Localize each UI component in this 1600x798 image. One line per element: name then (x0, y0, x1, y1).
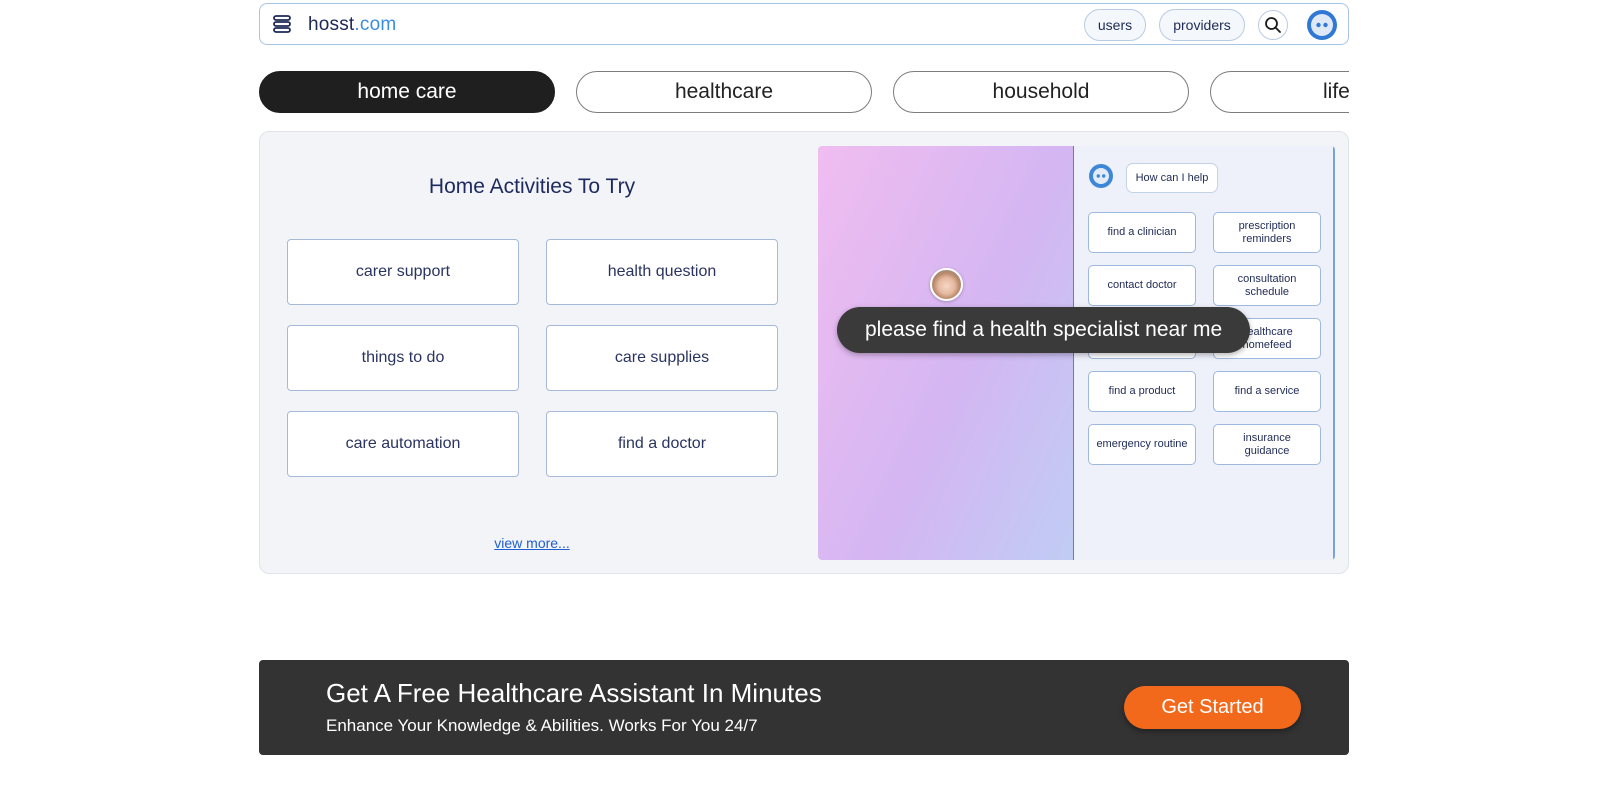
nav-providers-button[interactable]: providers (1159, 9, 1245, 41)
chip-consultation-schedule: consultation schedule (1213, 265, 1321, 306)
chip-insurance-guidance: insurance guidance (1213, 424, 1321, 465)
brand-name: hosst (308, 14, 355, 35)
activity-things-to-do[interactable]: things to do (287, 325, 519, 391)
menu-icon[interactable] (272, 14, 292, 34)
chip-contact-doctor: contact doctor (1088, 265, 1196, 306)
brand-tld: .com (354, 14, 397, 35)
tab-home-care[interactable]: home care (259, 71, 555, 113)
nav-users-button[interactable]: users (1084, 9, 1146, 41)
top-bar: hosst.com users providers (259, 3, 1349, 45)
assistant-icon (1089, 164, 1113, 188)
assistant-avatar-button[interactable] (1307, 10, 1337, 40)
chip-find-a-product: find a product (1088, 371, 1196, 412)
chip-prescription-reminders: prescription reminders (1213, 212, 1321, 253)
cta-subtitle: Enhance Your Knowledge & Abilities. Work… (326, 716, 758, 735)
tab-household[interactable]: household (893, 71, 1189, 113)
activity-health-question[interactable]: health question (546, 239, 778, 305)
tab-healthcare[interactable]: healthcare (576, 71, 872, 113)
search-button[interactable] (1258, 10, 1288, 40)
category-tabs: home care healthcare household lifestyle (259, 71, 1349, 114)
activity-carer-support[interactable]: carer support (287, 239, 519, 305)
get-started-button[interactable]: Get Started (1124, 686, 1301, 729)
activity-care-supplies[interactable]: care supplies (546, 325, 778, 391)
user-avatar (930, 268, 963, 301)
view-more-link[interactable]: view more... (260, 535, 804, 551)
panel-title: Home Activities To Try (428, 175, 636, 198)
search-icon (1265, 17, 1281, 33)
cta-banner: Get A Free Healthcare Assistant In Minut… (259, 660, 1349, 755)
chip-find-a-service: find a service (1213, 371, 1321, 412)
cta-title: Get A Free Healthcare Assistant In Minut… (326, 678, 822, 708)
assistant-chat-pane: How can I help find a clinician prescrip… (1073, 146, 1335, 560)
activity-find-a-doctor[interactable]: find a doctor (546, 411, 778, 477)
assistant-illustration: How can I help find a clinician prescrip… (818, 146, 1335, 560)
chip-find-a-clinician: find a clinician (1088, 212, 1196, 253)
help-prompt: How can I help (1126, 163, 1218, 193)
speech-bubble: please find a health specialist near me (837, 307, 1251, 353)
assistant-avatar-icon (1311, 14, 1333, 36)
activity-care-automation[interactable]: care automation (287, 411, 519, 477)
tab-lifestyle[interactable]: lifestyle (1210, 71, 1349, 113)
brand-logo[interactable]: hosst.com (308, 14, 396, 36)
chip-emergency-routine: emergency routine (1088, 424, 1196, 465)
